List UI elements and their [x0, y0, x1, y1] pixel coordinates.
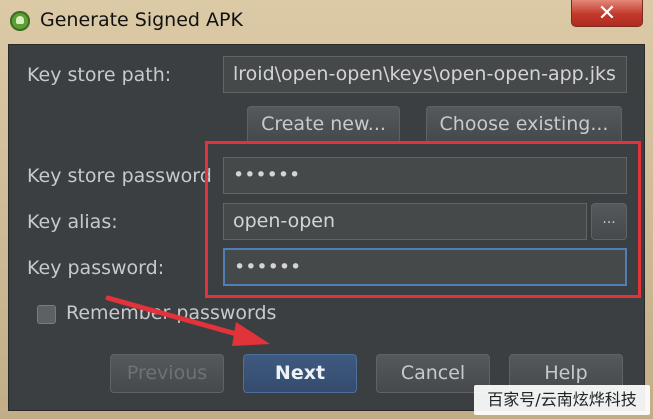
watermark: 百家号/云南炫烨科技	[474, 385, 650, 415]
remember-passwords-label[interactable]: Remember passwords	[66, 302, 276, 324]
cancel-button[interactable]: Cancel	[376, 354, 490, 393]
next-button[interactable]: Next	[243, 354, 357, 393]
browse-alias-button[interactable]: ...	[591, 203, 627, 240]
title-bar: Generate Signed APK ✕	[0, 0, 653, 44]
choose-existing-button[interactable]: Choose existing...	[426, 106, 622, 143]
close-button[interactable]: ✕	[571, 0, 643, 27]
keystore-password-field[interactable]: ••••••	[223, 157, 627, 194]
previous-button[interactable]: Previous	[110, 354, 224, 393]
key-password-label: Key password:	[27, 257, 165, 279]
key-alias-field[interactable]: open-open	[223, 203, 587, 240]
key-alias-label: Key alias:	[27, 211, 118, 233]
create-new-button[interactable]: Create new...	[247, 106, 400, 143]
key-password-field[interactable]: ••••••	[223, 248, 627, 286]
window-title: Generate Signed APK	[40, 9, 243, 31]
android-studio-icon	[10, 11, 30, 31]
keystore-password-label: Key store password	[27, 165, 212, 187]
keystore-path-field[interactable]: lroid\open-open\keys\open-open-app.jks	[223, 56, 627, 93]
remember-passwords-checkbox[interactable]	[37, 305, 56, 324]
keystore-path-label: Key store path:	[27, 64, 172, 86]
